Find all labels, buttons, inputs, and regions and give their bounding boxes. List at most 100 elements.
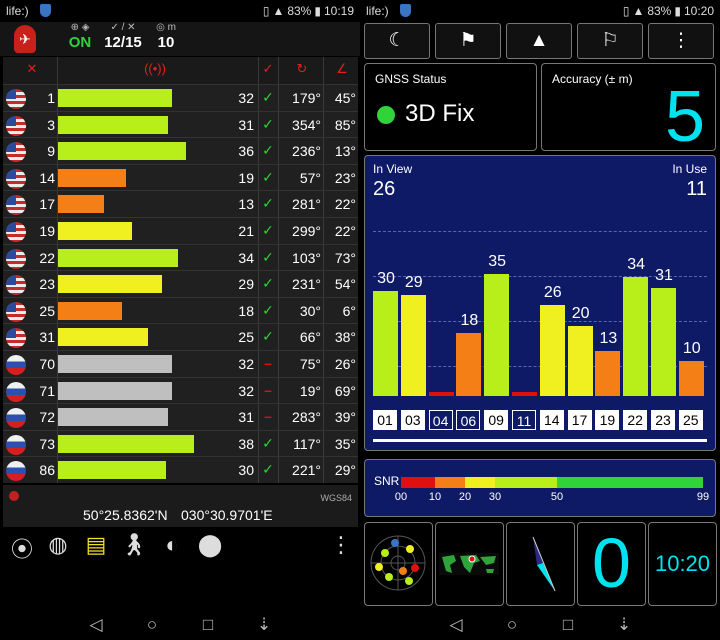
table-row[interactable]: 17 13 ✓ 281° 22° [3,190,358,216]
usa-flag-icon [6,168,26,189]
table-row[interactable]: 22 34 ✓ 103° 73° [3,243,358,270]
compass-icon[interactable]: ⦿ [8,532,36,564]
used-cell: – [264,355,272,371]
clock: 10:20 [683,4,714,18]
arrow-up-icon: ▲ [529,30,549,51]
snr-tick: 00 [394,491,408,503]
signal-bar [484,273,510,396]
prn-label: 11 [512,410,536,430]
snr-cell: 34 [238,249,254,266]
radar-icon[interactable]: ◍ [44,532,72,564]
app-logo-icon[interactable]: ✈ [14,25,36,53]
table-row[interactable]: 19 21 ✓ 299° 22° [3,217,358,243]
more-menu-icon[interactable]: ⋮ [330,532,352,564]
table-row[interactable]: 70 32– 75° 26° [3,350,358,376]
table-row[interactable]: 25 18 ✓ 30° 6° [3,296,358,323]
snr-color-segment [435,477,465,488]
usa-flag-icon [6,142,26,163]
snr-cell: 31 [238,409,254,426]
azimuth-cell: 57° [299,169,321,186]
signal-bar [512,392,537,396]
signal-bar-chart[interactable]: In View 26 In Use 11 30 01 29 03 04 18 06 35 09 1… [364,155,716,451]
used-check-icon[interactable]: ✓ [259,61,277,77]
usa-flag-icon [6,301,26,322]
coordinate-bar[interactable]: WGS84 50°25.8362'N 030°30.9701'E [3,485,358,527]
speed-tile[interactable]: 0 [577,522,646,606]
signal-value: 13 [599,329,618,347]
clock-tile[interactable]: 10:20 [648,522,717,606]
navigate-button[interactable]: ▲ [506,23,572,59]
prn-cell: 72 [39,409,55,426]
gps-state[interactable]: ⊕ ◈ ON [62,22,98,51]
azimuth-icon[interactable]: ↻ [291,61,313,77]
table-row[interactable]: 1 32 ✓ 179° 45° [3,84,358,110]
fix-indicator-icon [377,106,395,124]
azimuth-cell: 103° [292,249,321,266]
home-icon[interactable]: ○ [500,615,524,635]
usa-flag-icon [6,328,26,349]
battery-icon: ▮ [314,4,321,18]
prn-cell: 73 [39,435,55,452]
gnss-status-card[interactable]: GNSS Status 3D Fix [364,63,537,151]
recents-icon[interactable]: □ [196,615,220,635]
bars-view-icon[interactable]: ▤ [82,532,110,564]
table-row[interactable]: 71 32– 19° 69° [3,376,358,403]
accuracy-card[interactable]: Accuracy (± m) 5 [541,63,716,157]
battery-icon: ▮ [674,4,681,18]
table-row[interactable]: 86 30 ✓ 221° 29° [3,456,358,482]
map-pin-icon[interactable]: ⬤ [196,532,224,564]
table-row[interactable]: 23 29 ✓ 231° 54° [3,270,358,296]
signal-value: 31 [655,266,673,284]
flags-button[interactable]: ⚐ [577,23,643,59]
used-cell: ✓ [262,461,274,478]
back-icon[interactable]: ◁ [444,615,468,635]
globe-icon[interactable]: ◐ [158,532,186,564]
snr-cell: 38 [238,435,254,452]
table-row[interactable]: 9 36 ✓ 236° 13° [3,137,358,163]
more-button[interactable]: ⋮ [648,23,714,59]
elevation-cell: 39° [334,409,356,426]
signal-bar [456,333,482,396]
usa-flag-icon [6,222,26,242]
table-row[interactable]: 14 19 ✓ 57° 23° [3,163,358,190]
notification-pull-icon[interactable]: ⇣ [252,615,276,635]
snr-signal-icon[interactable]: ((•)) [143,61,167,76]
skyplot-tile[interactable] [364,522,433,606]
nav-bar: ◁ ○ □ ⇣ [360,610,720,640]
world-map-tile[interactable] [435,522,504,606]
recents-icon[interactable]: □ [556,615,580,635]
satellite-icon[interactable]: ✕ [23,61,41,77]
chart-separator [373,439,707,442]
elevation-cell: 85° [334,116,356,133]
snr-tick: 99 [696,491,710,503]
signal-bar [539,305,565,396]
waypoints-button[interactable]: ⚑ [435,23,501,59]
elevation-cell: 29° [334,462,356,479]
signal-value: 34 [627,256,646,273]
night-mode-button[interactable]: ☾ [364,23,430,59]
snr-color-segment [401,477,435,488]
in-use-count: 11 [686,178,707,200]
snr-cell: 32 [238,356,254,372]
elevation-icon[interactable]: ∠ [331,61,353,77]
used-cell: – [264,408,272,425]
table-row[interactable]: 72 31– 283° 39° [3,403,358,429]
used-cell: ✓ [262,248,274,265]
table-row[interactable]: 3 31 ✓ 354° 85° [3,110,358,137]
back-icon[interactable]: ◁ [84,615,108,635]
russia-flag-icon [6,355,26,375]
signal-value: 30 [377,270,395,287]
azimuth-cell: 299° [292,223,321,239]
snr-cell: 32 [238,90,254,106]
table-row[interactable]: 73 38 ✓ 117° 35° [3,429,358,456]
elevation-cell: 54° [334,276,356,293]
compass-tile[interactable] [506,522,575,606]
table-row[interactable]: 31 25 ✓ 66° 38° [3,323,358,349]
walk-icon[interactable]: 🚶︎ [120,532,148,564]
satellite-table[interactable]: ✕ ((•)) ✓ ↻ ∠ 1 32 ✓ 179° 45° 3 31 ✓ 354° 85° 9 36 ✓… [3,57,358,483]
snr-legend: SNR 00 10 20 30 50 99 [364,459,716,517]
elevation-cell: 38° [334,329,356,346]
home-icon[interactable]: ○ [140,615,164,635]
notification-pull-icon[interactable]: ⇣ [612,615,636,635]
snr-cell: 32 [238,382,254,399]
